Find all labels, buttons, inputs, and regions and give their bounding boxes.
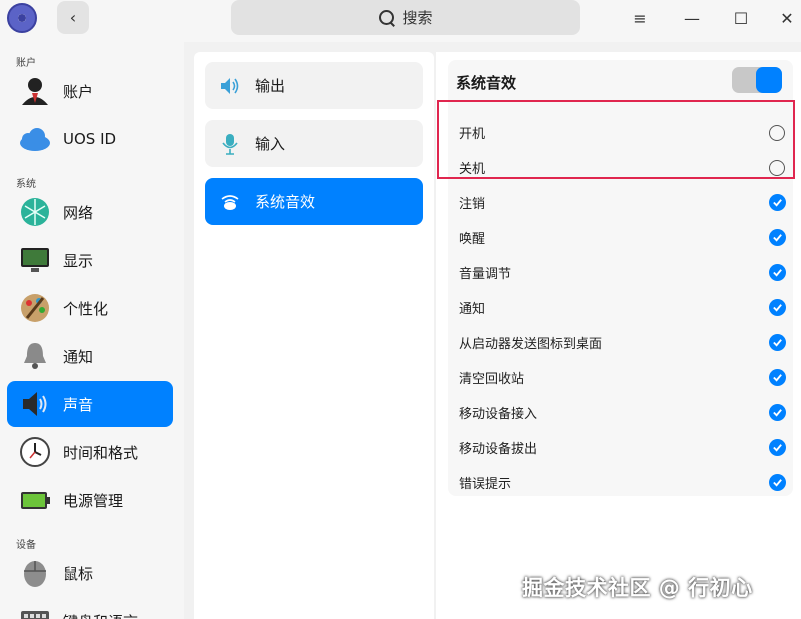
effect-row-device-unplug[interactable]: 移动设备拔出	[448, 430, 793, 465]
checkmark-icon[interactable]	[769, 299, 786, 316]
highlight-box	[437, 100, 795, 179]
microphone-icon	[222, 133, 238, 155]
keyboard-icon	[21, 611, 49, 619]
sidebar-item-mouse[interactable]: 鼠标	[7, 550, 173, 596]
toggle-knob	[756, 67, 782, 93]
checkmark-icon[interactable]	[769, 439, 786, 456]
sound-effects-icon	[221, 194, 239, 210]
search-input[interactable]: 搜索	[231, 0, 580, 35]
palette-icon	[21, 294, 49, 322]
chevron-left-icon: ‹	[69, 8, 77, 27]
group-label-account: 账户	[16, 58, 36, 69]
watermark: 掘金技术社区 @ 行初心	[522, 576, 753, 600]
sidebar-item-uos-id[interactable]: UOS ID	[7, 116, 173, 162]
effect-row-device-plug[interactable]: 移动设备接入	[448, 395, 793, 430]
menu-button[interactable]: ≡	[628, 6, 652, 30]
network-icon	[21, 198, 49, 226]
speaker-output-icon	[221, 77, 239, 94]
cloud-icon	[20, 128, 50, 151]
checkmark-icon[interactable]	[769, 369, 786, 386]
effect-row-error[interactable]: 错误提示	[448, 465, 793, 500]
minimize-button[interactable]: —	[680, 6, 704, 30]
group-label-device: 设备	[16, 540, 36, 551]
effects-title: 系统音效	[456, 74, 517, 92]
sidebar-item-personalization[interactable]: 个性化	[7, 285, 173, 331]
sidebar-item-power[interactable]: 电源管理	[7, 477, 173, 523]
system-effects-panel: 系统音效 开机 关机 注销 唤醒 音量调节 通知 从启动器发送图标到桌面 清空回…	[436, 52, 801, 619]
sound-nav-input[interactable]: 输入	[205, 120, 423, 167]
sound-nav-panel: 输出 输入 系统音效	[194, 52, 434, 619]
sidebar: 账户 账户 UOS ID 系统 网络 显示 个性化 通知 声音 时间和格式 电源…	[0, 42, 184, 619]
sidebar-item-sound[interactable]: 声音	[7, 381, 173, 427]
effect-row-volume[interactable]: 音量调节	[448, 255, 793, 290]
effect-row-send-icon[interactable]: 从启动器发送图标到桌面	[448, 325, 793, 360]
battery-icon	[21, 492, 50, 509]
sidebar-item-datetime[interactable]: 时间和格式	[7, 429, 173, 475]
menu-icon: ≡	[633, 8, 647, 28]
sidebar-item-notification[interactable]: 通知	[7, 333, 173, 379]
monitor-icon	[21, 248, 49, 272]
checkmark-icon[interactable]	[769, 229, 786, 246]
back-button[interactable]: ‹	[57, 1, 89, 34]
sidebar-item-keyboard[interactable]: 键盘和语言	[7, 598, 173, 619]
group-label-system: 系统	[16, 179, 36, 190]
checkmark-icon[interactable]	[769, 404, 786, 421]
sound-nav-system-effects[interactable]: 系统音效	[205, 178, 423, 225]
effect-row-empty-trash[interactable]: 清空回收站	[448, 360, 793, 395]
sidebar-item-network[interactable]: 网络	[7, 189, 173, 235]
effect-row-notification[interactable]: 通知	[448, 290, 793, 325]
app-logo-icon	[7, 3, 37, 33]
bell-icon	[24, 343, 46, 369]
checkmark-icon[interactable]	[769, 194, 786, 211]
sidebar-item-account[interactable]: 账户	[7, 68, 173, 114]
search-placeholder: 搜索	[402, 9, 433, 27]
speaker-icon	[23, 392, 47, 416]
checkmark-icon[interactable]	[769, 474, 786, 491]
mouse-icon	[24, 561, 46, 587]
checkmark-icon[interactable]	[769, 334, 786, 351]
close-icon: ✕	[780, 8, 794, 28]
maximize-icon: ☐	[733, 8, 749, 28]
title-bar: ‹ 搜索 ≡ — ☐ ✕	[0, 0, 801, 42]
search-icon	[378, 9, 396, 27]
effect-row-wakeup[interactable]: 唤醒	[448, 220, 793, 255]
clock-icon	[20, 437, 50, 467]
sound-nav-output[interactable]: 输出	[205, 62, 423, 109]
minimize-icon: —	[684, 8, 700, 28]
close-button[interactable]: ✕	[775, 6, 799, 30]
effects-toggle[interactable]	[732, 67, 782, 93]
maximize-button[interactable]: ☐	[729, 6, 753, 30]
effect-row-logout[interactable]: 注销	[448, 185, 793, 220]
checkmark-icon[interactable]	[769, 264, 786, 281]
user-icon	[22, 78, 48, 105]
sidebar-item-display[interactable]: 显示	[7, 237, 173, 283]
